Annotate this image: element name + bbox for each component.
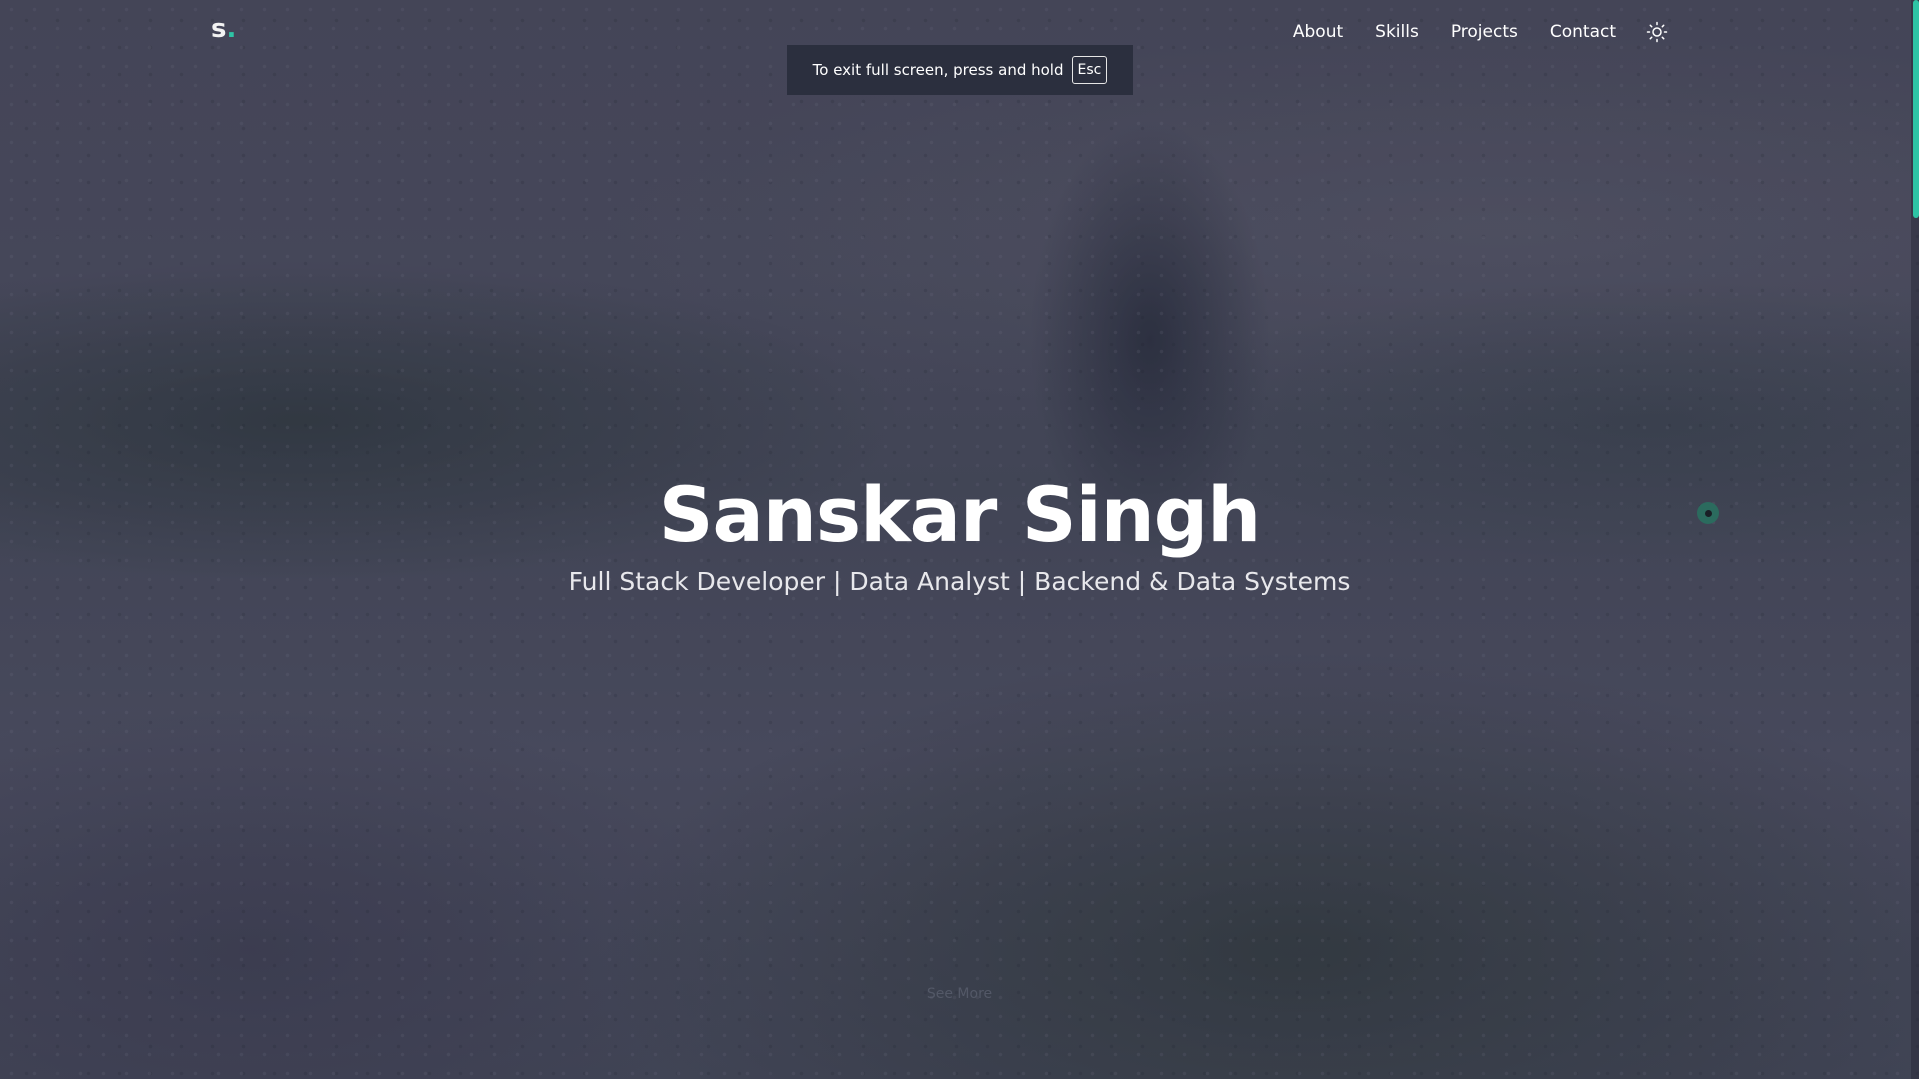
site-logo[interactable]: s.: [211, 14, 236, 44]
fullscreen-exit-notice: To exit full screen, press and hold Esc: [787, 45, 1133, 95]
cursor-center-dot: [1704, 509, 1712, 517]
nav-about[interactable]: About: [1293, 22, 1343, 42]
nav-contact[interactable]: Contact: [1550, 22, 1616, 42]
scrollbar-thumb[interactable]: [1913, 0, 1919, 218]
nav-skills[interactable]: Skills: [1375, 22, 1419, 42]
logo-dot: .: [226, 14, 237, 44]
see-more-link[interactable]: See More: [0, 986, 1919, 1002]
nav-projects[interactable]: Projects: [1451, 22, 1518, 42]
esc-key-badge: Esc: [1071, 56, 1108, 84]
main-nav: About Skills Projects Contact: [1261, 21, 1668, 43]
fullscreen-notice-text: To exit full screen, press and hold: [812, 61, 1064, 79]
hero-title: Sanskar Singh: [658, 470, 1262, 559]
custom-cursor: [1697, 502, 1719, 524]
sun-icon[interactable]: [1646, 21, 1668, 43]
logo-letter: s: [211, 14, 227, 44]
hero-subtitle: Full Stack Developer | Data Analyst | Ba…: [568, 567, 1351, 596]
